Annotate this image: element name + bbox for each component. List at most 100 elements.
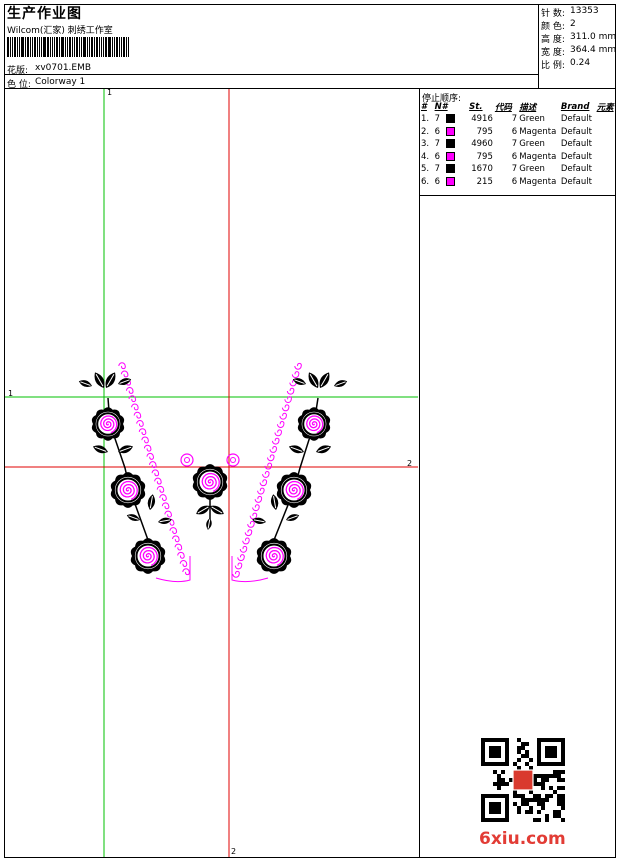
qr-module — [513, 794, 517, 798]
qr-module — [557, 778, 561, 782]
row-code: 6 — [511, 151, 518, 162]
design-scale: 比 例: 0.24 — [541, 58, 591, 71]
barcode-bar — [69, 37, 71, 57]
table-header-row: # N# St. 代码 描述 Brand 元素 — [420, 101, 620, 113]
qr-module — [525, 810, 529, 814]
qr-module — [525, 742, 529, 746]
row-stitches: 1670 — [471, 164, 493, 175]
qr-module — [517, 758, 521, 762]
barcode-bar — [87, 37, 88, 57]
qr-module — [545, 794, 549, 798]
colorway-name: Colorway 1 — [35, 77, 86, 87]
thread-color-swatch — [446, 151, 455, 161]
barcode-bar — [65, 37, 66, 57]
qr-module — [561, 806, 565, 810]
qr-module — [553, 790, 557, 794]
qr-module — [537, 782, 541, 786]
qr-module — [561, 818, 565, 822]
qr-module — [557, 810, 561, 814]
barcode-bar — [34, 37, 36, 57]
barcode-bar — [99, 37, 100, 57]
row-element — [596, 176, 620, 189]
qr-module — [545, 774, 549, 778]
qr-module — [541, 786, 545, 790]
barcode-bar — [47, 37, 49, 57]
qr-module — [517, 810, 521, 814]
qr-module — [529, 810, 533, 814]
row-index: 3. — [421, 139, 430, 150]
qr-module — [517, 806, 521, 810]
qr-module — [517, 738, 521, 742]
col-header-stitches: St. — [469, 102, 483, 112]
barcode-bar — [32, 37, 33, 57]
qr-module — [517, 746, 521, 750]
qr-module — [561, 778, 565, 782]
qr-module — [521, 746, 525, 750]
qr-center-seal — [512, 769, 534, 791]
barcode-bar — [91, 37, 93, 57]
qr-module — [561, 802, 565, 806]
row-description: Magenta — [519, 126, 557, 137]
row-description: Green — [519, 164, 545, 175]
qr-module — [561, 794, 565, 798]
barcode-bar — [89, 37, 90, 57]
barcode-bar — [61, 37, 64, 57]
qr-module — [533, 798, 537, 802]
table-row: 5. 7 1670 7 Green Default — [420, 163, 620, 176]
table-row: 1. 7 4916 7 Green Default — [420, 113, 620, 126]
row-description: Green — [519, 139, 545, 150]
row-needle: 6 — [434, 126, 469, 139]
col-header-needle: N# — [434, 102, 448, 112]
qr-module — [497, 778, 501, 782]
table-row: 3. 7 4960 7 Green Default — [420, 138, 620, 151]
row-brand: Default — [560, 176, 592, 187]
row-code: 6 — [511, 176, 518, 187]
qr-module — [537, 794, 541, 798]
row-brand: Default — [560, 164, 592, 175]
row-stitches: 4960 — [471, 139, 493, 150]
row-needle: 6 — [434, 176, 469, 189]
barcode-bar — [74, 37, 75, 57]
qr-finder-core — [489, 802, 501, 814]
qr-module — [529, 798, 533, 802]
row-stitches: 795 — [476, 151, 493, 162]
row-index: 6. — [421, 176, 430, 187]
row-brand: Default — [560, 139, 592, 150]
barcode-bar — [114, 37, 115, 57]
row-element — [596, 151, 620, 164]
qr-code — [481, 738, 565, 822]
barcode-bar — [76, 37, 78, 57]
qr-module — [537, 774, 541, 778]
row-needle: 6 — [434, 151, 469, 164]
thread-color-swatch — [446, 114, 455, 124]
qr-module — [513, 762, 517, 766]
color-count: 颜 色: 2 — [541, 19, 576, 32]
qr-finder-core — [545, 746, 557, 758]
row-index: 1. — [421, 114, 430, 125]
thread-color-swatch — [446, 164, 455, 174]
row-brand: Default — [560, 151, 592, 162]
qr-module — [533, 794, 537, 798]
axis-label-bottom: 2 — [231, 847, 237, 856]
barcode-bar — [79, 37, 80, 57]
design-name: xv0701.EMB — [35, 63, 92, 73]
qr-module — [549, 794, 553, 798]
qr-module — [561, 786, 565, 790]
row-stitches: 795 — [476, 126, 493, 137]
qr-module — [553, 774, 557, 778]
qr-module — [529, 758, 533, 762]
design-height: 高 度: 311.0 mm — [541, 32, 617, 45]
barcode-bar — [25, 37, 26, 57]
row-index: 4. — [421, 151, 430, 162]
stop-sequence-table: # N# St. 代码 描述 Brand 元素 1. 7 4916 7 Green Def… — [420, 101, 620, 188]
qr-module — [541, 782, 545, 786]
qr-module — [493, 782, 497, 786]
row-needle: 7 — [434, 138, 469, 151]
barcode-bar — [101, 37, 102, 57]
qr-module — [521, 802, 525, 806]
row-needle: 7 — [434, 163, 469, 176]
qr-module — [537, 798, 541, 802]
row-description: Green — [519, 114, 545, 125]
design-width: 宽 度: 364.4 mm — [541, 45, 617, 58]
row-description: Magenta — [519, 176, 557, 187]
